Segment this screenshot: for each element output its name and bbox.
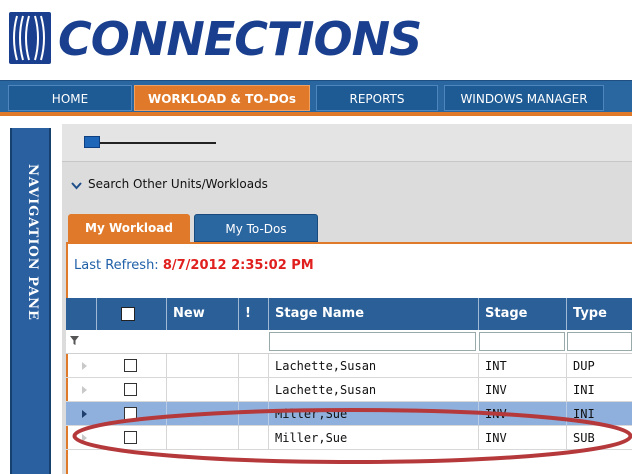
cell-stage: INV xyxy=(478,378,566,402)
row-indicator-icon xyxy=(82,362,87,370)
cell-new xyxy=(166,378,238,402)
highlight-ellipse-annotation xyxy=(72,408,632,464)
tab-my-todos[interactable]: My To-Dos xyxy=(194,214,318,242)
row-checkbox[interactable] xyxy=(124,383,137,396)
last-refresh: Last Refresh: 8/7/2012 2:35:02 PM xyxy=(74,258,314,273)
last-refresh-label: Last Refresh: xyxy=(74,258,159,273)
funnel-icon[interactable] xyxy=(70,336,80,346)
nav-tab-windows-manager[interactable]: WINDOWS MANAGER xyxy=(444,85,604,111)
workload-tabs: My Workload My To-Dos xyxy=(62,210,632,242)
filter-row xyxy=(66,330,632,354)
column-header-stage[interactable]: Stage xyxy=(478,298,566,330)
app-header: CONNECTIONS xyxy=(0,0,632,80)
row-indicator-icon xyxy=(82,386,87,394)
table-row[interactable]: Lachette,Susan INT DUP xyxy=(66,354,632,378)
cell-stage: INT xyxy=(478,354,566,378)
last-refresh-value: 8/7/2012 2:35:02 PM xyxy=(162,258,314,273)
zoom-slider-area xyxy=(62,124,632,162)
select-all-checkbox[interactable] xyxy=(121,307,135,321)
chevron-down-icon[interactable] xyxy=(70,179,83,192)
cell-type: INI xyxy=(566,378,632,402)
slider-track[interactable] xyxy=(84,142,216,144)
navigation-pane-label: NAVIGATION PANE xyxy=(25,164,40,321)
search-other-units-label[interactable]: Search Other Units/Workloads xyxy=(88,177,268,191)
column-header-stage-name[interactable]: Stage Name xyxy=(268,298,478,330)
nav-tab-workload[interactable]: WORKLOAD & TO-DOs xyxy=(134,85,310,111)
search-other-units-row[interactable]: Search Other Units/Workloads xyxy=(62,162,632,206)
nav-tab-home[interactable]: HOME xyxy=(8,85,132,111)
app-title: CONNECTIONS xyxy=(58,12,422,66)
column-header-type[interactable]: Type xyxy=(566,298,632,330)
column-header-new[interactable]: New xyxy=(166,298,238,330)
main-nav: HOME WORKLOAD & TO-DOs REPORTS WINDOWS M… xyxy=(0,80,632,116)
filter-stage-name-input[interactable] xyxy=(269,332,476,351)
cell-stage-name: Lachette,Susan xyxy=(268,378,478,402)
column-header-priority[interactable]: ! xyxy=(238,298,268,330)
navigation-pane[interactable]: NAVIGATION PANE xyxy=(10,128,51,474)
cell-type: DUP xyxy=(566,354,632,378)
slider-thumb[interactable] xyxy=(84,136,100,148)
tab-my-workload[interactable]: My Workload xyxy=(68,214,190,242)
grid-header: New ! Stage Name Stage Type xyxy=(66,298,632,330)
table-row[interactable]: Lachette,Susan INV INI xyxy=(66,378,632,402)
connections-logo-icon xyxy=(9,12,51,64)
select-all-header xyxy=(96,298,166,330)
filter-stage-input[interactable] xyxy=(479,332,565,351)
cell-priority xyxy=(238,354,268,378)
row-checkbox[interactable] xyxy=(124,359,137,372)
cell-priority xyxy=(238,378,268,402)
cell-new xyxy=(166,354,238,378)
filter-type-input[interactable] xyxy=(567,332,632,351)
cell-stage-name: Lachette,Susan xyxy=(268,354,478,378)
nav-tab-reports[interactable]: REPORTS xyxy=(316,85,438,111)
